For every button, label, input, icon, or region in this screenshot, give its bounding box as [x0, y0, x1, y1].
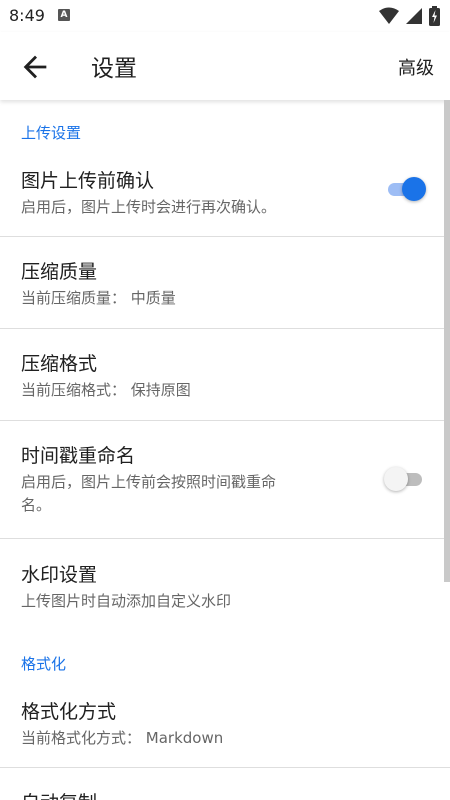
page-title: 设置 [91, 56, 137, 82]
compression-format-item[interactable]: 压缩格式 当前压缩格式： 保持原图 [0, 349, 450, 419]
wifi-icon [379, 7, 399, 24]
watermark-summary: 上传图片时自动添加自定义水印 [21, 592, 232, 610]
watermark-item[interactable]: 水印设置 上传图片时自动添加自定义水印 [0, 560, 450, 630]
upload-confirm-toggle[interactable] [384, 176, 426, 202]
divider [0, 420, 450, 421]
scrollbar[interactable] [444, 100, 450, 582]
compression-quality-summary: 当前压缩质量： 中质量 [21, 289, 176, 307]
compression-quality-title: 压缩质量 [21, 261, 98, 283]
status-icons [379, 6, 440, 26]
format-method-item[interactable]: 格式化方式 当前格式化方式： Markdown [0, 697, 450, 767]
format-method-title: 格式化方式 [21, 701, 117, 723]
timestamp-rename-item[interactable]: 时间戳重命名 启用后，图片上传前会按照时间戳重命 名。 [0, 441, 450, 537]
timestamp-rename-toggle[interactable] [384, 466, 426, 492]
timestamp-rename-title: 时间戳重命名 [21, 445, 136, 467]
timestamp-rename-summary-line2: 名。 [21, 496, 52, 514]
section-header-formatting: 格式化 [21, 655, 67, 673]
upload-confirm-item[interactable]: 图片上传前确认 启用后，图片上传时会进行再次确认。 [0, 166, 450, 236]
auto-copy-item[interactable]: 自动复制 [0, 788, 450, 800]
format-method-summary: 当前格式化方式： Markdown [21, 729, 224, 747]
compression-format-title: 压缩格式 [21, 353, 98, 375]
divider [0, 767, 450, 768]
back-button[interactable] [18, 50, 52, 84]
advanced-button[interactable]: 高级 [398, 54, 434, 80]
compression-quality-item[interactable]: 压缩质量 当前压缩质量： 中质量 [0, 257, 450, 327]
divider [0, 328, 450, 329]
app-bar: 设置 高级 [0, 32, 450, 100]
divider [0, 538, 450, 539]
compression-format-summary: 当前压缩格式： 保持原图 [21, 381, 191, 399]
status-time: 8:49 [9, 6, 45, 25]
watermark-title: 水印设置 [21, 564, 98, 586]
cellular-signal-icon [406, 8, 422, 24]
notification-a-icon: A [58, 9, 70, 21]
arrow-back-icon [23, 55, 47, 79]
auto-copy-title: 自动复制 [21, 788, 450, 800]
battery-charging-icon [429, 6, 440, 26]
divider [0, 236, 450, 237]
section-header-upload: 上传设置 [21, 124, 82, 142]
settings-list: 上传设置 图片上传前确认 启用后，图片上传时会进行再次确认。 压缩质量 当前压缩… [0, 100, 450, 800]
status-bar: 8:49 A [0, 0, 450, 32]
